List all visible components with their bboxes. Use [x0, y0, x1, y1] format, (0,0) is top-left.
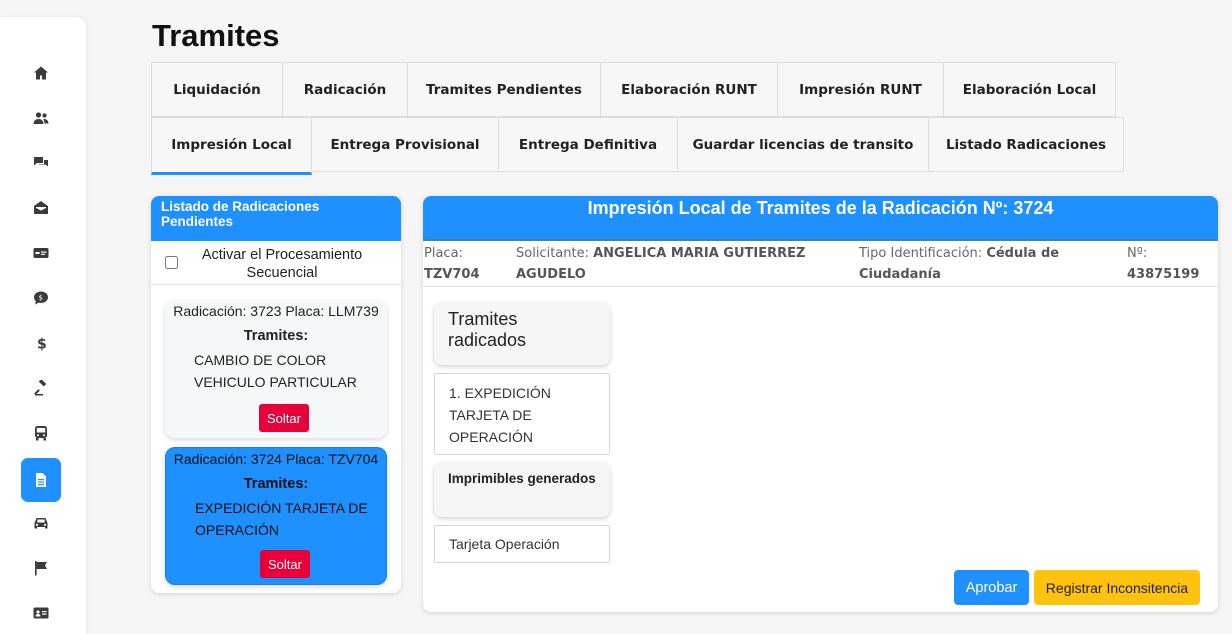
users-icon [33, 112, 49, 124]
dollar-icon: $ [37, 337, 47, 352]
mail-open-icon [34, 201, 48, 214]
radication-card-tramites: CAMBIO DE COLOR VEHICULO PARTICULAR [194, 352, 357, 390]
sidebar-item-transport[interactable] [21, 411, 61, 455]
soltar-button[interactable]: Soltar [259, 404, 309, 432]
tab-entrega-definitiva[interactable]: Entrega Definitiva [498, 117, 678, 172]
tab-radicacion[interactable]: Radicación [282, 62, 408, 117]
svg-text:$: $ [39, 294, 43, 302]
tab-listado-radicaciones[interactable]: Listado Radicaciones [928, 117, 1124, 172]
solicitante-info: Solicitante: ANGELICA MARIA GUTIERREZ AG… [516, 243, 836, 285]
sidebar-item-mail[interactable] [21, 186, 61, 230]
tab-entrega-provisional[interactable]: Entrega Provisional [311, 117, 499, 172]
comment-dollar-icon: $ [34, 291, 48, 305]
tramite-item: 1. EXPEDICIÓN TARJETA DE OPERACIÓN [434, 373, 610, 455]
radication-info-row: Placa: TZV704 Solicitante: ANGELICA MARI… [423, 241, 1218, 287]
radication-card-header: Radicación: 3724 Placa: TZV704 [173, 451, 379, 467]
placa-info: Placa: TZV704 [424, 243, 494, 285]
sidebar-item-tramites[interactable] [21, 458, 61, 502]
flag-icon [35, 561, 47, 576]
placa-value: TZV704 [424, 267, 480, 282]
money-card-icon [33, 248, 49, 258]
tab-tramites-pendientes[interactable]: Tramites Pendientes [407, 62, 601, 117]
tab-elaboracion-runt[interactable]: Elaboración RUNT [600, 62, 778, 117]
tipo-identificacion-label: Tipo Identificación: [859, 246, 983, 261]
sidebar-item-billing[interactable] [21, 231, 61, 275]
numero-identificacion-info: Nº: 43875199 [1127, 243, 1207, 285]
pending-radications-title: Listado de Radicaciones Pendientes [151, 196, 401, 241]
aprobar-button[interactable]: Aprobar [954, 570, 1029, 605]
sidebar-item-liquidation[interactable]: $ [21, 321, 61, 365]
radication-card-header: Radicación: 3723 Placa: LLM739 [173, 303, 379, 319]
sidebar-item-payments-chat[interactable]: $ [21, 276, 61, 320]
sidebar-item-legal[interactable] [21, 366, 61, 410]
numero-value: 43875199 [1127, 267, 1200, 282]
numero-label: Nº: [1127, 246, 1148, 261]
svg-text:$: $ [37, 337, 47, 352]
tab-impresion-runt[interactable]: Impresión RUNT [777, 62, 944, 117]
sequential-processing-checkbox[interactable] [165, 256, 178, 269]
sidebar-item-users[interactable] [21, 96, 61, 140]
local-print-panel: Impresión Local de Tramites de la Radica… [423, 196, 1218, 612]
car-icon [34, 518, 48, 529]
radication-card-tramites: EXPEDICIÓN TARJETA DE OPERACIÓN [195, 500, 368, 538]
tramites-radicados-title: Tramites radicados [434, 302, 610, 365]
radication-card[interactable]: Radicación: 3723 Placa: LLM739 Tramites:… [165, 300, 387, 438]
tab-guardar-licencias[interactable]: Guardar licencias de transito [677, 117, 929, 172]
soltar-button[interactable]: Soltar [260, 550, 310, 578]
bus-icon [35, 426, 47, 441]
sidebar: $ $ [0, 17, 86, 634]
radication-card-tramites-label: Tramites: [243, 328, 309, 344]
page-title: Tramites [152, 18, 280, 53]
radication-card-selected[interactable]: Radicación: 3724 Placa: TZV704 Tramites:… [165, 447, 387, 585]
sidebar-item-vehicles[interactable] [21, 501, 61, 545]
gavel-icon [34, 380, 47, 396]
placa-label: Placa: [424, 246, 463, 261]
solicitante-label: Solicitante: [516, 246, 589, 261]
imprimibles-generados-title: Imprimibles generados [434, 462, 610, 517]
tab-liquidacion[interactable]: Liquidación [151, 62, 283, 117]
sequential-processing-label: Activar el Procesamiento Secuencial [201, 247, 363, 281]
sidebar-item-licenses[interactable] [21, 591, 61, 634]
sidebar-item-home[interactable] [21, 51, 61, 95]
document-icon [36, 473, 46, 487]
local-print-title: Impresión Local de Tramites de la Radica… [423, 196, 1218, 241]
id-card-icon [33, 607, 49, 619]
tab-impresion-local[interactable]: Impresión Local [151, 117, 312, 175]
sidebar-item-reports[interactable] [21, 546, 61, 590]
tab-elaboracion-local[interactable]: Elaboración Local [943, 62, 1116, 117]
radication-card-tramites-label: Tramites: [243, 476, 309, 492]
sidebar-item-comments[interactable] [21, 141, 61, 185]
comments-icon [34, 157, 48, 167]
registrar-inconsistencia-button[interactable]: Registrar Inconsitencia [1034, 570, 1200, 605]
imprimible-item[interactable]: Tarjeta Operación [434, 525, 610, 563]
tipo-identificacion-info: Tipo Identificación: Cédula de Ciudadaní… [859, 243, 1089, 285]
sequential-processing-row: Activar el Procesamiento Secuencial [151, 241, 401, 285]
home-icon [34, 66, 48, 80]
pending-radications-panel: Listado de Radicaciones Pendientes Activ… [151, 196, 401, 593]
